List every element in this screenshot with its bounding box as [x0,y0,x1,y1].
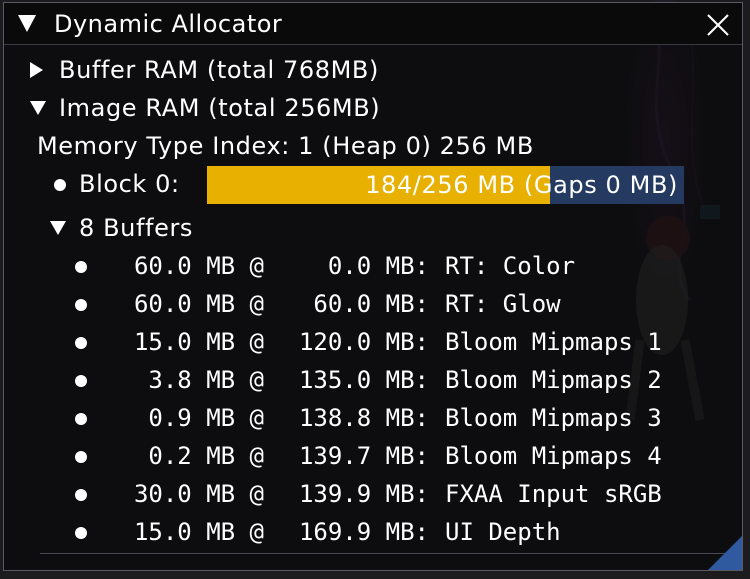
buffer-name: FXAA Input sRGB [445,480,662,508]
buffer-offset: 169.9 MB: [298,518,429,546]
buffer-ram-label[interactable]: Buffer RAM (total 768MB) [59,53,379,87]
buffer-name: Bloom Mipmaps 3 [445,404,662,432]
buffer-name: UI Depth [445,518,561,546]
buffer-size: 15.0 MB @ [133,518,264,546]
buffer-offset: 0.0 MB: [327,252,429,280]
buffer-size: 0.9 MB @ [148,404,264,432]
buffer-offset: 60.0 MB: [313,290,429,318]
memory-type-label: Memory Type Index: 1 (Heap 0) 256 MB [37,132,534,160]
bullet-icon [75,451,87,463]
buffer-name: RT: Color [445,252,576,280]
bullet-icon [75,299,87,311]
window-title: Dynamic Allocator [54,10,283,38]
block-usage-text: 184/256 MB (Gaps 0 MB) [365,171,678,199]
buffer-name: Bloom Mipmaps 2 [445,366,662,394]
close-icon[interactable] [704,11,732,39]
window-titlebar[interactable]: Dynamic Allocator [4,3,742,45]
buffer-size: 60.0 MB @ [133,290,264,318]
divider [40,553,742,554]
buffer-offset: 138.8 MB: [298,404,429,432]
bullet-icon [75,413,87,425]
dynamic-allocator-window: Dynamic Allocator Buffer RAM (total 768M… [3,2,743,571]
buffer-size: 30.0 MB @ [133,480,264,508]
expand-arrow-icon[interactable] [30,62,43,78]
buffers-label[interactable]: 8 Buffers [79,211,193,245]
block-usage-bar: 184/256 MB (Gaps 0 MB) [207,166,684,204]
buffer-offset: 139.9 MB: [298,480,429,508]
buffer-size: 0.2 MB @ [148,442,264,470]
buffer-offset: 139.7 MB: [298,442,429,470]
bullet-icon [75,527,87,539]
collapse-arrow-icon[interactable] [18,15,36,32]
buffer-offset: 120.0 MB: [298,328,429,356]
bullet-icon [75,337,87,349]
collapse-arrow-icon[interactable] [50,221,66,235]
bullet-icon [75,489,87,501]
block-label: Block 0: [79,170,180,198]
buffer-size: 60.0 MB @ [133,252,264,280]
bullet-icon [54,179,66,191]
buffer-name: Bloom Mipmaps 4 [445,442,662,470]
buffer-name: Bloom Mipmaps 1 [445,328,662,356]
bullet-icon [75,375,87,387]
buffer-offset: 135.0 MB: [298,366,429,394]
buffer-size: 3.8 MB @ [148,366,264,394]
buffer-name: RT: Glow [445,290,561,318]
resize-grip-icon[interactable] [708,536,742,570]
bullet-icon [75,261,87,273]
collapse-arrow-icon[interactable] [30,101,46,115]
image-ram-label[interactable]: Image RAM (total 256MB) [59,91,380,125]
buffer-size: 15.0 MB @ [133,328,264,356]
